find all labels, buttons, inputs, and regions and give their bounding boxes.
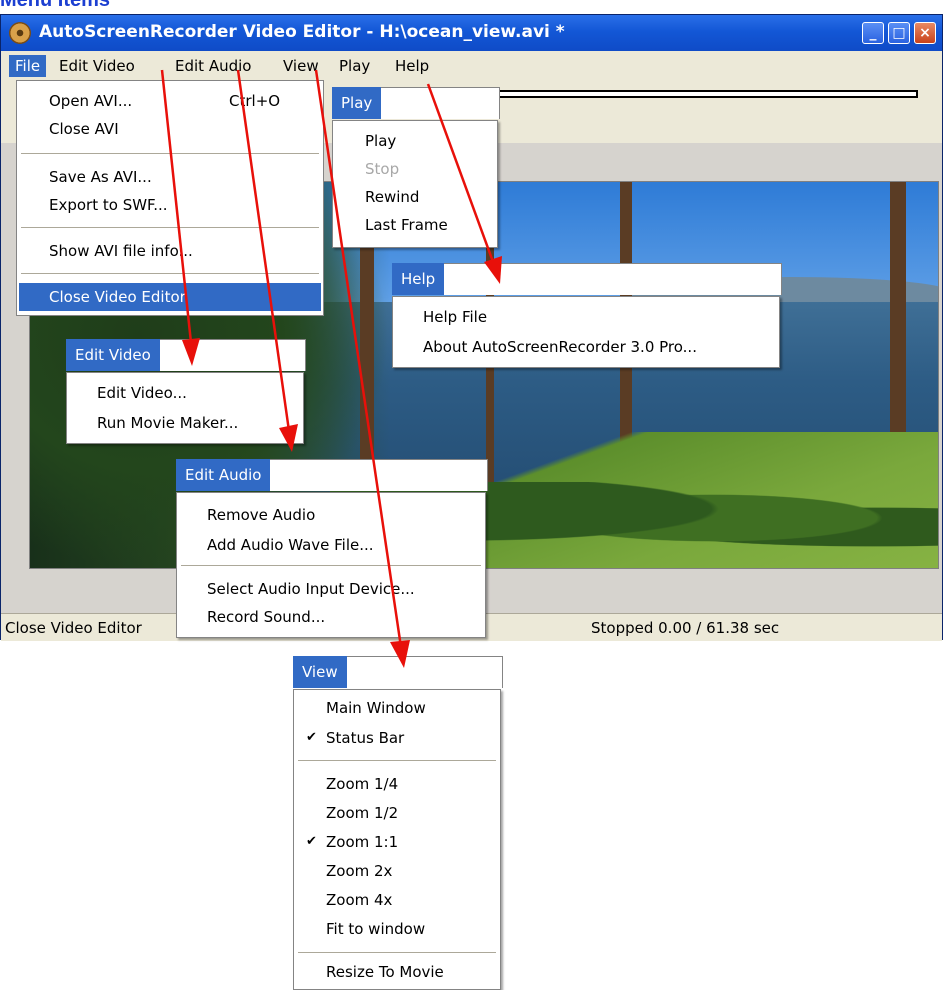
play-menu-header[interactable]: Play	[332, 87, 382, 119]
menu-view[interactable]: View	[277, 55, 325, 77]
menu-play[interactable]: Play	[333, 55, 376, 77]
menu-bar: File Edit Video Edit Audio View Play Hel…	[1, 51, 942, 79]
menu-separator	[21, 153, 319, 154]
menu-separator	[298, 952, 496, 953]
checkmark-icon: ✔	[306, 834, 317, 849]
menu-item-close-video-editor[interactable]: Close Video Editor	[19, 283, 321, 311]
menu-separator	[298, 760, 496, 761]
menu-item-main-window[interactable]: Main Window	[294, 694, 500, 722]
film-reel-icon	[9, 22, 31, 44]
close-button[interactable]: ×	[914, 22, 936, 44]
menu-item-rewind[interactable]: Rewind	[333, 183, 497, 211]
edit-video-menu: Edit Video Edit Video... Run Movie Maker…	[66, 339, 306, 444]
status-text: Close Video Editor	[5, 619, 142, 637]
menu-item-about[interactable]: About AutoScreenRecorder 3.0 Pro...	[393, 333, 779, 361]
menu-item-remove-audio[interactable]: Remove Audio	[177, 501, 485, 529]
view-menu: View Main Window ✔ Status Bar Zoom 1/4 Z…	[293, 656, 503, 990]
menu-item-zoom-4x[interactable]: Zoom 4x	[294, 886, 500, 914]
menu-item-edit-video[interactable]: Edit Video...	[67, 379, 303, 407]
shortcut-text: Ctrl+O	[229, 92, 281, 110]
help-menu-header[interactable]: Help	[392, 263, 445, 295]
file-menu: Open AVI... Ctrl+O Close AVI Save As AVI…	[16, 80, 324, 316]
menu-item-show-avi-info[interactable]: Show AVI file info...	[17, 237, 323, 265]
menu-help[interactable]: Help	[389, 55, 435, 77]
checkmark-icon: ✔	[306, 730, 317, 745]
menu-separator	[21, 273, 319, 274]
menu-item-close-avi[interactable]: Close AVI	[17, 115, 323, 143]
menu-item-resize-to-movie[interactable]: Resize To Movie	[294, 958, 500, 986]
menu-item-add-audio-wave[interactable]: Add Audio Wave File...	[177, 531, 485, 559]
menu-item-help-file[interactable]: Help File	[393, 303, 779, 331]
play-menu: Play Play Stop Rewind Last Frame	[332, 87, 500, 248]
menu-item-zoom-2x[interactable]: Zoom 2x	[294, 857, 500, 885]
menu-file[interactable]: File	[9, 55, 47, 77]
menu-item-stop: Stop	[365, 160, 400, 178]
menu-item-open-avi[interactable]: Open AVI... Ctrl+O	[17, 87, 323, 115]
edit-audio-menu: Edit Audio Remove Audio Add Audio Wave F…	[176, 459, 488, 638]
minimize-button[interactable]: _	[862, 22, 884, 44]
menu-item-export-swf[interactable]: Export to SWF...	[17, 191, 323, 219]
view-menu-header[interactable]: View	[293, 656, 347, 688]
window-title: AutoScreenRecorder Video Editor - H:\oce…	[39, 22, 565, 42]
menu-edit-audio[interactable]: Edit Audio	[169, 55, 257, 77]
menu-item-zoom-1-1[interactable]: ✔ Zoom 1:1	[294, 828, 500, 856]
page-heading: Menu Items	[0, 0, 111, 11]
menu-edit-video[interactable]: Edit Video	[53, 55, 141, 77]
position-slider[interactable]	[498, 90, 918, 98]
menu-item-record-sound[interactable]: Record Sound...	[177, 603, 485, 631]
menu-item-select-audio-input[interactable]: Select Audio Input Device...	[177, 575, 485, 603]
title-bar[interactable]: AutoScreenRecorder Video Editor - H:\oce…	[1, 15, 942, 51]
menu-item-run-movie-maker[interactable]: Run Movie Maker...	[67, 409, 303, 437]
menu-item-zoom-half[interactable]: Zoom 1/2	[294, 799, 500, 827]
maximize-button[interactable]: □	[888, 22, 910, 44]
menu-item-status-bar[interactable]: ✔ Status Bar	[294, 724, 500, 752]
menu-separator	[21, 227, 319, 228]
help-menu: Help Help File About AutoScreenRecorder …	[392, 263, 782, 368]
menu-item-last-frame[interactable]: Last Frame	[333, 211, 497, 239]
edit-video-menu-header[interactable]: Edit Video	[66, 339, 160, 371]
menu-separator	[181, 565, 481, 566]
menu-item-play[interactable]: Play	[333, 127, 497, 155]
edit-audio-menu-header[interactable]: Edit Audio	[176, 459, 271, 491]
menu-item-zoom-quarter[interactable]: Zoom 1/4	[294, 770, 500, 798]
playback-status: Stopped 0.00 / 61.38 sec	[591, 619, 780, 637]
menu-item-save-as-avi[interactable]: Save As AVI...	[17, 163, 323, 191]
menu-item-fit-to-window[interactable]: Fit to window	[294, 915, 500, 943]
